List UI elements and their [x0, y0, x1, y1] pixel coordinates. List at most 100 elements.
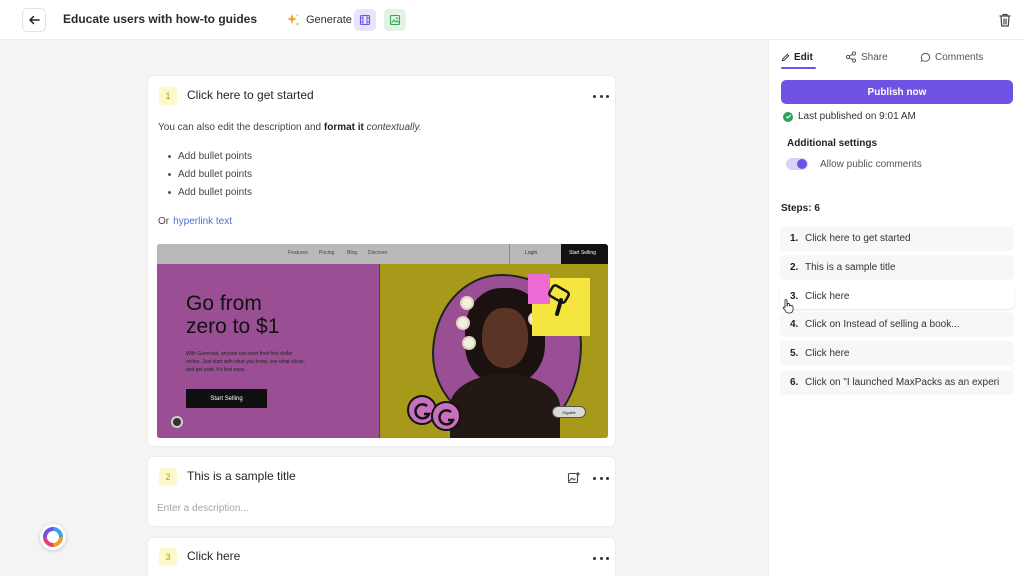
- generate-label: Generate: [306, 14, 352, 26]
- bullet-item[interactable]: Add bullet points: [168, 168, 252, 186]
- screenshot-flower: [464, 338, 474, 348]
- screenshot-nav-item: Features: [288, 250, 308, 256]
- sparkle-icon: [287, 14, 300, 26]
- screenshot-face: [482, 308, 528, 368]
- allow-comments-toggle[interactable]: [786, 158, 808, 170]
- step-number-badge: 3: [159, 548, 177, 566]
- screenshot-login-label: Login: [525, 250, 538, 256]
- description-italic: contextually.: [366, 122, 422, 133]
- add-video-button[interactable]: [354, 9, 376, 31]
- step-card-1[interactable]: 1 Click here to get started You can also…: [147, 75, 616, 447]
- tab-comments[interactable]: Comments: [920, 48, 983, 66]
- step-title[interactable]: Click here to get started: [187, 88, 314, 102]
- steps-list-item[interactable]: 6. Click on "I launched MaxPacks as an ex…: [780, 369, 1014, 395]
- step-description[interactable]: You can also edit the description and fo…: [158, 122, 422, 133]
- tab-label: Share: [861, 51, 888, 63]
- active-tab-indicator: [781, 67, 816, 69]
- steps-list-item[interactable]: 4. Click on Instead of selling a book...: [780, 312, 1014, 338]
- steps-list-item[interactable]: 1. Click here to get started: [780, 226, 1014, 251]
- right-panel: Edit Share Comments Publish now Last pub…: [768, 40, 1024, 576]
- step-screenshot[interactable]: Features Pricing Blog Discover Login Sta…: [157, 244, 608, 438]
- bullet-item[interactable]: Add bullet points: [168, 150, 252, 168]
- pencil-icon: [781, 53, 790, 61]
- body-line: and get paid. It's that easy.: [186, 367, 246, 373]
- more-icon: [593, 556, 596, 560]
- step-label: This is a sample title: [805, 261, 896, 273]
- hand-cursor-icon: [782, 299, 794, 314]
- add-image-button[interactable]: [384, 9, 406, 31]
- screenshot-logo: [171, 416, 183, 428]
- step-index: 1.: [790, 233, 799, 244]
- publish-now-button[interactable]: Publish now: [781, 80, 1013, 104]
- screenshot-body-text: With Gumroad, anyone can earn their firs…: [186, 350, 305, 374]
- headline-line-2: zero to $1: [186, 315, 280, 338]
- tab-share[interactable]: Share: [845, 48, 888, 66]
- last-published-text: Last published on 9:01 AM: [798, 111, 916, 122]
- tab-label: Comments: [935, 51, 984, 63]
- additional-settings-heading: Additional settings: [787, 138, 877, 149]
- screenshot-hero-right: Gigalife: [379, 264, 608, 438]
- screenshot-login: Login: [509, 244, 561, 264]
- panel-tabs: Edit Share Comments: [769, 40, 1024, 70]
- last-published-status: Last published on 9:01 AM: [783, 111, 916, 122]
- step-label: Click here: [805, 290, 850, 302]
- trash-icon[interactable]: [996, 11, 1014, 29]
- more-options-button[interactable]: [593, 473, 609, 483]
- screenshot-flower: [462, 298, 472, 308]
- step-card-2[interactable]: 2 This is a sample title Enter a descrip…: [147, 456, 616, 527]
- description-input[interactable]: Enter a description...: [157, 503, 249, 514]
- screenshot-badge: Gigalife: [552, 406, 586, 418]
- app-launcher-button[interactable]: [40, 524, 66, 550]
- step-label: Click here: [805, 348, 850, 360]
- back-button[interactable]: [22, 8, 46, 32]
- hyperlink[interactable]: hyperlink text: [173, 216, 232, 227]
- step-number-badge: 1: [159, 87, 177, 105]
- steps-list-item[interactable]: 5. Click here: [780, 341, 1014, 367]
- steps-list-item[interactable]: 3. Click here: [780, 283, 1014, 309]
- page-title[interactable]: Educate users with how-to guides: [63, 12, 257, 26]
- step-title[interactable]: This is a sample title: [187, 469, 296, 483]
- screenshot-nav-item: Pricing: [319, 250, 335, 256]
- share-icon: [845, 51, 857, 63]
- steps-list: 1. Click here to get started 2. This is a …: [780, 226, 1014, 399]
- paintbrush-icon: [548, 284, 570, 316]
- body-line: With Gumroad, anyone can earn their firs…: [186, 351, 293, 357]
- check-circle-icon: [783, 111, 793, 122]
- screenshot-headline: Go from zero to $1: [186, 292, 279, 338]
- gg-stickers-icon: [407, 395, 461, 431]
- step-card-3[interactable]: 3 Click here: [147, 537, 616, 576]
- step-label: Click on "I launched MaxPacks as an expe…: [805, 376, 1000, 388]
- screenshot-shoulders: [450, 374, 560, 438]
- screenshot-cta-button: Start Selling: [186, 389, 267, 408]
- image-icon: [389, 14, 401, 26]
- description-text: You can also edit the description and: [158, 122, 322, 133]
- tab-edit[interactable]: Edit: [781, 48, 813, 66]
- bullet-list: Add bullet points Add bullet points Add …: [168, 150, 252, 204]
- step-label: Click on Instead of selling a book...: [805, 319, 960, 331]
- allow-comments-row: Allow public comments: [786, 158, 922, 170]
- more-options-button[interactable]: [593, 91, 609, 101]
- comment-icon: [920, 52, 931, 62]
- description-bold: format it: [323, 122, 364, 133]
- top-bar: Educate users with how-to guides Generat…: [0, 0, 1024, 40]
- add-image-icon[interactable]: [567, 471, 581, 485]
- step-index: 2.: [790, 261, 799, 273]
- back-arrow-icon: [29, 15, 40, 25]
- screenshot-nav-item: Blog: [347, 250, 358, 256]
- steps-list-item[interactable]: 2. This is a sample title: [780, 254, 1014, 280]
- screenshot-flower: [458, 318, 468, 328]
- bullet-item[interactable]: Add bullet points: [168, 186, 252, 204]
- app-logo-icon: [43, 527, 63, 547]
- more-icon: [593, 94, 596, 98]
- or-line: Or hyperlink text: [158, 216, 232, 227]
- tab-label: Edit: [794, 51, 813, 63]
- steps-count: Steps: 6: [781, 203, 820, 214]
- screenshot-start-selling-nav: Start Selling: [561, 244, 608, 264]
- body-line: online. Just start with what you know, s…: [186, 359, 305, 365]
- step-label: Click here to get started: [805, 233, 911, 244]
- allow-comments-label: Allow public comments: [820, 158, 922, 170]
- step-title[interactable]: Click here: [187, 549, 240, 563]
- more-options-button[interactable]: [593, 553, 609, 563]
- generate-button[interactable]: Generate: [285, 10, 352, 30]
- more-icon: [593, 476, 596, 480]
